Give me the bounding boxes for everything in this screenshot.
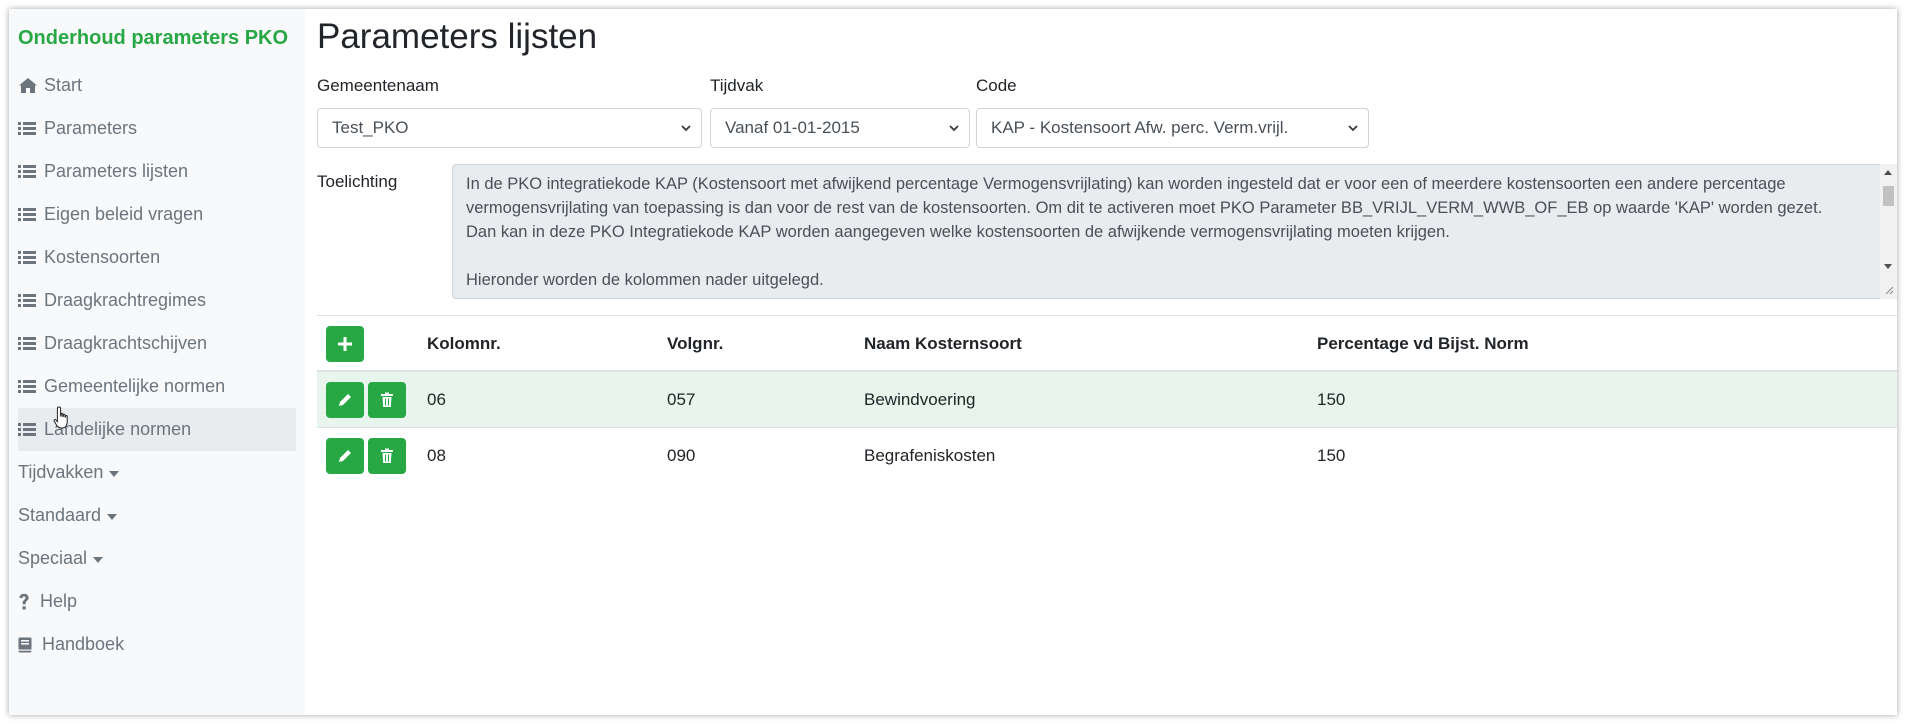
column-header-naam: Naam Kosternsoort [864, 334, 1022, 353]
code-value: KAP - Kostensoort Afw. perc. Verm.vrijl. [991, 118, 1289, 137]
sidebar-item-speciaal[interactable]: Speciaal [18, 537, 296, 580]
cell-percentage: 150 [1317, 390, 1346, 409]
sidebar-item-gemeentelijke-normen[interactable]: Gemeentelijke normen [18, 365, 296, 408]
gemeentenaam-select[interactable]: Test_PKO [317, 108, 702, 148]
cell-kolomnr: 06 [427, 390, 446, 409]
tijdvak-value: Vanaf 01-01-2015 [725, 118, 860, 137]
toelichting-line: Hieronder worden de kolommen nader uitge… [466, 271, 824, 289]
sidebar-item-eigen-beleid-vragen[interactable]: Eigen beleid vragen [18, 193, 296, 236]
sidebar-item-label: Kostensoorten [44, 247, 161, 267]
edit-button[interactable] [326, 382, 364, 418]
sidebar-item-label: Standaard [18, 505, 102, 525]
chevron-down-icon [1348, 125, 1358, 132]
edit-button[interactable] [326, 438, 364, 474]
tijdvak-label: Tijdvak [710, 76, 764, 95]
sidebar-item-parameters-lijsten[interactable]: Parameters lijsten [18, 150, 296, 193]
sidebar-item-draagkrachtschijven[interactable]: Draagkrachtschijven [18, 322, 296, 365]
delete-button[interactable] [368, 438, 406, 474]
cell-naam: Begrafeniskosten [864, 446, 996, 465]
sidebar-item-label: Eigen beleid vragen [44, 204, 204, 224]
trash-icon [381, 448, 393, 463]
sidebar-item-tijdvakken[interactable]: Tijdvakken [18, 451, 296, 494]
trash-icon [381, 392, 393, 407]
resize-grip-icon[interactable] [1885, 286, 1893, 294]
scroll-down-icon[interactable] [1884, 264, 1892, 269]
sidebar-item-label: Gemeentelijke normen [44, 376, 226, 396]
list-icon [18, 164, 44, 179]
sidebar-item-standaard[interactable]: Standaard [18, 494, 296, 537]
sidebar-item-label: Start [44, 75, 83, 95]
toelichting-line: Dan kan in deze PKO Integratiekode KAP w… [466, 223, 1450, 241]
chevron-down-icon [949, 125, 959, 132]
table-row: 08 090 Begrafeniskosten 150 [317, 428, 1897, 484]
toelichting-line: In de PKO integratiekode KAP (Kostensoor… [466, 175, 1786, 193]
add-row-button[interactable] [326, 326, 364, 362]
app-window: Onderhoud parameters PKO Start Parameter… [9, 9, 1897, 715]
delete-button[interactable] [368, 382, 406, 418]
sidebar-nav: Start Parameters Parameters lijsten Eige… [18, 64, 296, 666]
tijdvak-select[interactable]: Vanaf 01-01-2015 [710, 108, 970, 148]
table-header: Kolomnr. Volgnr. Naam Kosternsoort Perce… [317, 316, 1897, 372]
code-label: Code [976, 76, 1017, 95]
list-icon [18, 250, 44, 265]
list-icon [18, 293, 44, 308]
main-content: Parameters lijsten Gemeentenaam Test_PKO… [305, 9, 1897, 715]
cell-percentage: 150 [1317, 446, 1346, 465]
scroll-up-icon[interactable] [1884, 170, 1892, 175]
sidebar-item-kostensoorten[interactable]: Kostensoorten [18, 236, 296, 279]
column-header-volgnr: Volgnr. [667, 334, 724, 353]
gemeentenaam-value: Test_PKO [332, 118, 409, 137]
cell-volgnr: 057 [667, 390, 696, 409]
sidebar-item-label: Parameters [44, 118, 138, 138]
sidebar-item-label: Tijdvakken [18, 462, 104, 482]
caret-down-icon [109, 470, 120, 477]
home-icon [18, 77, 44, 94]
column-header-percentage: Percentage vd Bijst. Norm [1317, 334, 1529, 353]
sidebar-item-label: Speciaal [18, 548, 88, 568]
list-icon [18, 336, 44, 351]
page-title: Parameters lijsten [317, 17, 598, 56]
toelichting-label: Toelichting [317, 172, 398, 191]
hand-cursor-icon [53, 406, 68, 429]
scroll-thumb[interactable] [1883, 186, 1894, 206]
toelichting-scrollbar[interactable] [1880, 164, 1897, 299]
toelichting-textarea[interactable]: In de PKO integratiekode KAP (Kostensoor… [452, 164, 1897, 299]
question-icon [18, 593, 40, 611]
sidebar-item-label: Parameters lijsten [44, 161, 189, 181]
list-icon [18, 121, 44, 136]
chevron-down-icon [681, 125, 691, 132]
list-icon [18, 379, 44, 394]
cell-naam: Bewindvoering [864, 390, 976, 409]
sidebar-item-draagkrachtregimes[interactable]: Draagkrachtregimes [18, 279, 296, 322]
caret-down-icon [93, 556, 104, 563]
sidebar-item-label: Handboek [42, 634, 125, 654]
toelichting-line: vermogensvrijlating van toepassing is da… [466, 199, 1823, 217]
cell-volgnr: 090 [667, 446, 696, 465]
caret-down-icon [107, 513, 118, 520]
book-icon [18, 637, 42, 653]
sidebar-item-handboek[interactable]: Handboek [18, 623, 296, 666]
sidebar-item-help[interactable]: Help [18, 580, 296, 623]
column-header-kolomnr: Kolomnr. [427, 334, 501, 353]
plus-icon [338, 337, 352, 351]
sidebar-item-label: Help [40, 591, 78, 611]
sidebar-item-parameters[interactable]: Parameters [18, 107, 296, 150]
sidebar: Onderhoud parameters PKO Start Parameter… [9, 9, 305, 715]
sidebar-item-label: Draagkrachtschijven [44, 333, 208, 353]
cell-kolomnr: 08 [427, 446, 446, 465]
sidebar-item-start[interactable]: Start [18, 64, 296, 107]
pencil-icon [339, 450, 351, 462]
table-row: 06 057 Bewindvoering 150 [317, 372, 1897, 428]
pencil-icon [339, 394, 351, 406]
brand-title[interactable]: Onderhoud parameters PKO [18, 27, 288, 50]
list-icon [18, 422, 44, 437]
params-table: Kolomnr. Volgnr. Naam Kosternsoort Perce… [317, 316, 1897, 484]
sidebar-item-label: Draagkrachtregimes [44, 290, 207, 310]
code-select[interactable]: KAP - Kostensoort Afw. perc. Verm.vrijl. [976, 108, 1369, 148]
list-icon [18, 207, 44, 222]
gemeentenaam-label: Gemeentenaam [317, 76, 439, 95]
